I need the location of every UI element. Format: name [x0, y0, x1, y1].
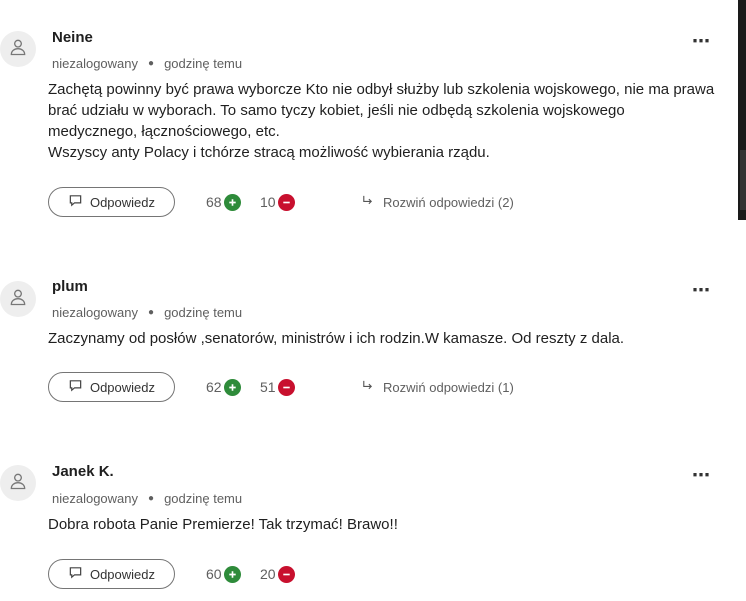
downvote-count: 51 [260, 379, 276, 395]
downvote-button[interactable]: 51 [260, 372, 295, 402]
comment-paragraph: Wszyscy anty Polacy i tchórze stracą moż… [48, 144, 490, 161]
downvote-count: 10 [260, 194, 276, 210]
separator-dot: ● [148, 58, 155, 69]
reply-label: Odpowiedz [89, 566, 156, 582]
upvote-button[interactable]: 68 [206, 187, 241, 217]
user-status: niezalogowany [52, 56, 139, 71]
downvote-count: 20 [260, 566, 276, 582]
plus-circle-icon [223, 378, 241, 396]
reply-button[interactable]: Odpowiedz [48, 372, 175, 402]
background-window-edge [738, 0, 746, 220]
user-icon [8, 287, 28, 312]
more-options-icon[interactable]: ⋯ [692, 32, 711, 50]
avatar [0, 31, 36, 67]
upvote-count: 60 [206, 566, 222, 582]
more-options-icon[interactable]: ⋯ [692, 466, 711, 484]
comment-actions: Odpowiedz 60 20 [48, 559, 568, 589]
comment-icon [68, 193, 90, 211]
user-icon [8, 37, 28, 62]
downvote-button[interactable]: 20 [260, 559, 295, 589]
plus-circle-icon [223, 193, 241, 211]
expand-replies-label: Rozwiń odpowiedzi (1) [383, 379, 514, 395]
reply-button[interactable]: Odpowiedz [48, 559, 175, 589]
comment-item: Janek K. niezalogowany ● godzinę temu ⋯ … [0, 450, 738, 601]
comment-text: Zaczynamy od posłów ,senatorów, ministró… [48, 328, 718, 349]
comment-item: plum niezalogowany ● godzinę temu ⋯ Zacz… [0, 265, 738, 415]
reply-button[interactable]: Odpowiedz [48, 187, 175, 217]
minus-circle-icon [277, 565, 295, 583]
expand-replies-label: Rozwiń odpowiedzi (2) [383, 194, 514, 210]
comment-paragraph: Zaczynamy od posłów ,senatorów, ministró… [48, 330, 625, 347]
comment-meta: niezalogowany ● godzinę temu [52, 491, 242, 506]
comment-author: plum [52, 278, 88, 295]
comment-meta: niezalogowany ● godzinę temu [52, 56, 242, 71]
comment-time: godzinę temu [164, 305, 243, 320]
comment-paragraph: Zachętą powinny być prawa wyborcze Kto n… [48, 81, 715, 140]
user-status: niezalogowany [52, 491, 139, 506]
background-window-detail [740, 150, 746, 210]
avatar [0, 281, 36, 317]
comment-icon [68, 565, 90, 583]
comment-author: Janek K. [52, 463, 114, 480]
comment-text: Dobra robota Panie Premierze! Tak trzyma… [48, 514, 718, 535]
expand-replies-button[interactable]: Rozwiń odpowiedzi (1) [361, 372, 514, 402]
comment-meta: niezalogowany ● godzinę temu [52, 305, 242, 320]
reply-arrow-icon [361, 379, 383, 395]
comment-time: godzinę temu [164, 491, 243, 506]
comment-item: Neine niezalogowany ● godzinę temu ⋯ Zac… [0, 0, 738, 230]
upvote-button[interactable]: 62 [206, 372, 241, 402]
comment-actions: Odpowiedz 68 10 Rozwiń odpowiedzi (2) [48, 187, 568, 217]
upvote-count: 68 [206, 194, 222, 210]
minus-circle-icon [277, 193, 295, 211]
comment-icon [68, 378, 90, 396]
comment-actions: Odpowiedz 62 51 Rozwiń odpowiedzi (1) [48, 372, 568, 402]
comment-time: godzinę temu [164, 56, 243, 71]
reply-label: Odpowiedz [89, 379, 156, 395]
reply-arrow-icon [361, 194, 383, 210]
plus-circle-icon [223, 565, 241, 583]
upvote-button[interactable]: 60 [206, 559, 241, 589]
minus-circle-icon [277, 378, 295, 396]
separator-dot: ● [148, 307, 155, 318]
reply-label: Odpowiedz [89, 194, 156, 210]
user-icon [8, 471, 28, 496]
comment-text: Zachętą powinny być prawa wyborcze Kto n… [48, 79, 718, 163]
downvote-button[interactable]: 10 [260, 187, 295, 217]
expand-replies-button[interactable]: Rozwiń odpowiedzi (2) [361, 187, 514, 217]
upvote-count: 62 [206, 379, 222, 395]
avatar [0, 465, 36, 501]
comment-author: Neine [52, 29, 93, 46]
more-options-icon[interactable]: ⋯ [692, 281, 711, 299]
comment-paragraph: Dobra robota Panie Premierze! Tak trzyma… [48, 516, 398, 533]
user-status: niezalogowany [52, 305, 139, 320]
separator-dot: ● [148, 493, 155, 504]
